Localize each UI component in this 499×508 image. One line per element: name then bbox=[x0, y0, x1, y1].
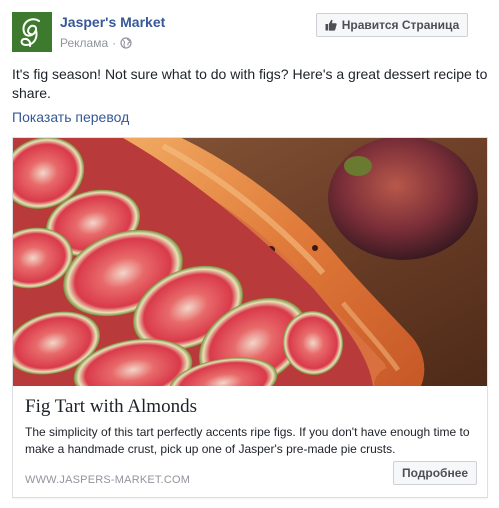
sponsored-post: Jasper's Market Реклама · Нравится Стран… bbox=[0, 0, 499, 508]
sponsored-line: Реклама · bbox=[60, 36, 132, 50]
link-preview-card[interactable]: Fig Tart with Almonds The simplicity of … bbox=[12, 137, 488, 498]
fig-tart-illustration bbox=[13, 138, 487, 386]
learn-more-button[interactable]: Подробнее bbox=[393, 461, 477, 485]
card-domain: WWW.JASPERS-MARKET.COM bbox=[25, 474, 191, 486]
like-page-button[interactable]: Нравится Страница bbox=[316, 13, 468, 37]
globe-icon[interactable] bbox=[120, 37, 132, 49]
card-title[interactable]: Fig Tart with Almonds bbox=[25, 396, 197, 418]
separator-dot: · bbox=[112, 36, 117, 50]
card-description: The simplicity of this tart perfectly ac… bbox=[25, 425, 470, 456]
sponsored-label[interactable]: Реклама bbox=[60, 36, 108, 50]
fig-tart-photo[interactable] bbox=[13, 138, 487, 386]
page-name-link[interactable]: Jasper's Market bbox=[60, 14, 165, 30]
page-avatar[interactable] bbox=[12, 12, 52, 52]
like-page-label: Нравится Страница bbox=[341, 18, 460, 32]
jaspers-market-logo-icon bbox=[12, 12, 52, 52]
thumbs-up-icon bbox=[325, 19, 337, 31]
post-message: It's fig season! Not sure what to do wit… bbox=[12, 66, 488, 101]
see-translation-link[interactable]: Показать перевод bbox=[12, 109, 129, 125]
